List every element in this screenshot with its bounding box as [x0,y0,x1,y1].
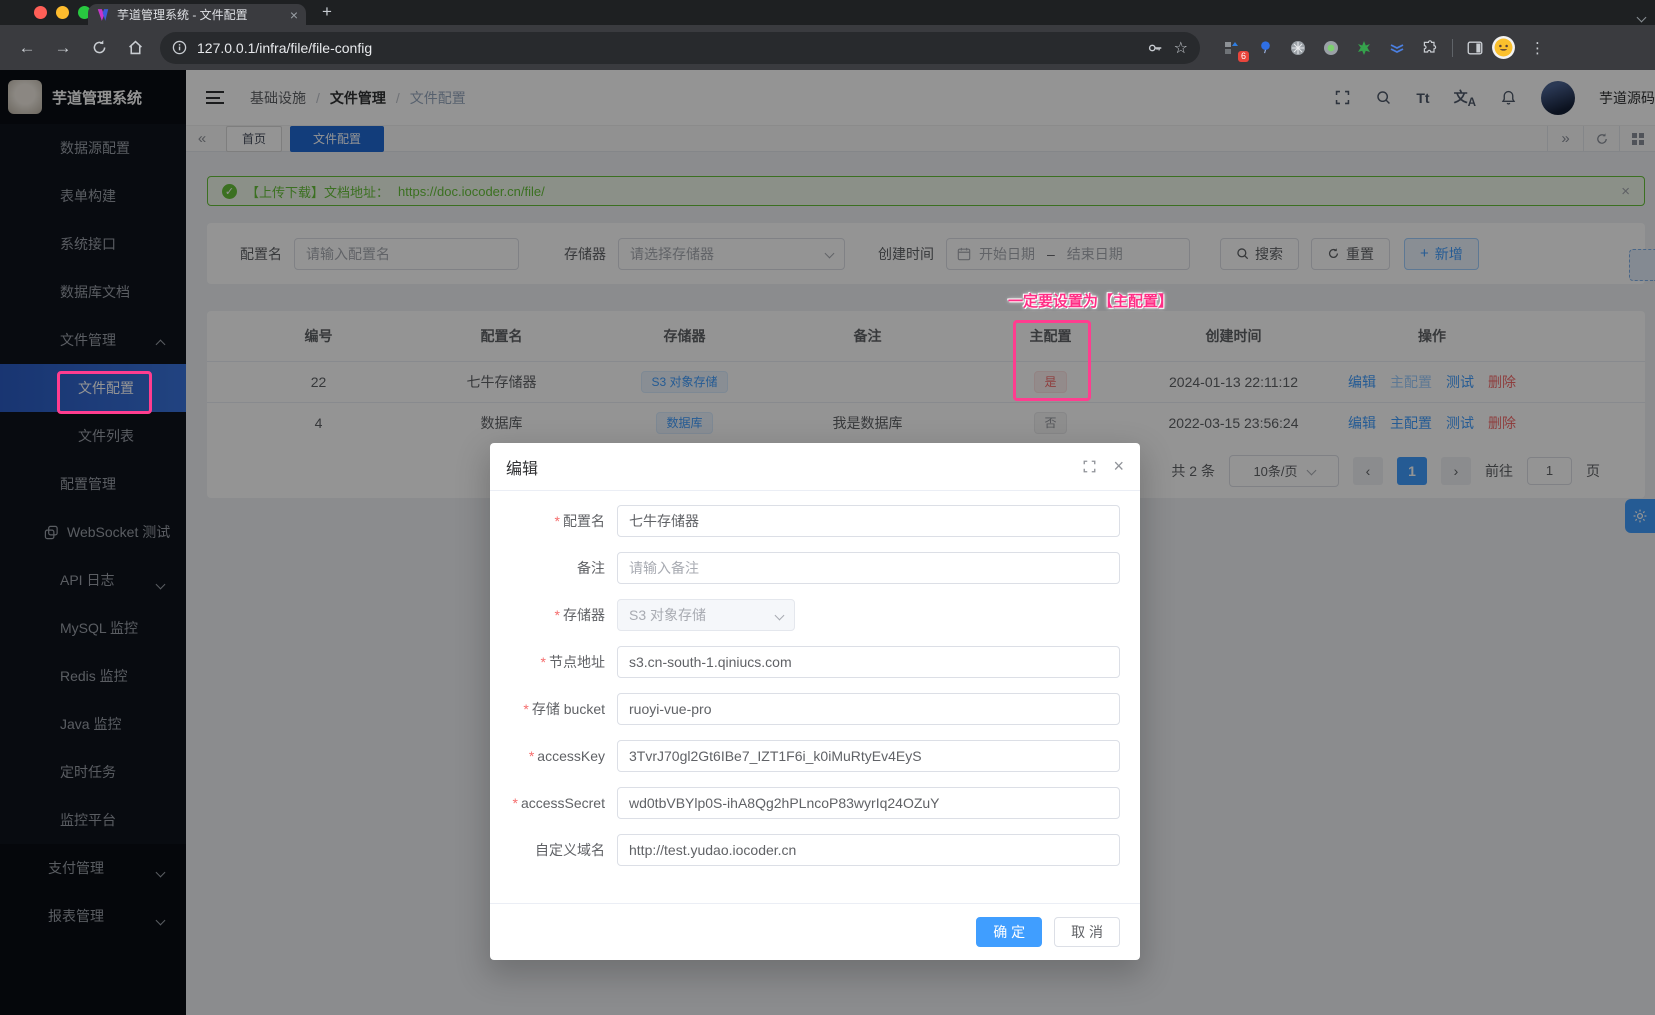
bookmark-star-icon[interactable]: ☆ [1174,38,1188,58]
edit-dialog: 编辑 × *配置名 备注 *存储器 S3 对象存储 [490,443,1140,960]
side-panel-icon[interactable] [1465,38,1485,58]
field-label: 备注 [577,560,605,576]
browser-toolbar: ← → 127.0.0.1/infra/file/file-config ☆ [0,25,1655,70]
extensions-puzzle-icon[interactable] [1420,38,1440,58]
form-row-name: *配置名 [506,505,1140,537]
new-tab-button[interactable]: + [322,2,332,22]
favicon [96,8,110,22]
extension-snowflake-icon[interactable] [1288,38,1308,58]
screen: 芋道管理系统 - 文件配置 × + ← → 127.0.0.1/infra/fi… [0,0,1655,1015]
reload-button[interactable] [84,33,114,63]
extension-star-icon[interactable] [1354,38,1374,58]
browser-chrome: 芋道管理系统 - 文件配置 × + ← → 127.0.0.1/infra/fi… [0,0,1655,70]
annotation-text: 一定要设置为【主配置】 [1008,290,1173,311]
form-row-domain: 自定义域名 [506,834,1140,866]
browser-menu-icon[interactable]: ⋮ [1530,39,1545,57]
toolbar-divider [1452,39,1453,57]
bucket-field[interactable] [617,693,1120,725]
extension-badge: 6 [1238,51,1249,62]
storage-type-select[interactable]: S3 对象存储 [617,599,795,631]
form-row-access-key: *accessKey [506,740,1140,772]
extensions-area: 6 [1222,38,1440,58]
home-button[interactable] [120,33,150,63]
confirm-button[interactable]: 确 定 [976,917,1042,947]
browser-tabstrip: 芋道管理系统 - 文件配置 × + [0,0,1655,25]
field-label: 自定义域名 [535,842,605,858]
close-window-button[interactable] [34,6,47,19]
custom-domain-field[interactable] [617,834,1120,866]
cancel-button[interactable]: 取 消 [1054,917,1120,947]
forward-button[interactable]: → [48,33,78,63]
extension-circle-icon[interactable] [1321,38,1341,58]
dialog-footer: 确 定 取 消 [490,903,1140,960]
form-row-access-secret: *accessSecret [506,787,1140,819]
address-bar[interactable]: 127.0.0.1/infra/file/file-config ☆ [160,32,1200,64]
extension-balloon-icon[interactable] [1255,38,1275,58]
dialog-title: 编辑 [506,455,538,479]
site-info-icon[interactable] [172,40,187,55]
chevron-down-icon [775,610,785,620]
form-row-endpoint: *节点地址 [506,646,1140,678]
browser-tab-title: 芋道管理系统 - 文件配置 [117,6,283,23]
field-label: 配置名 [563,513,605,529]
access-secret-field[interactable] [617,787,1120,819]
minimize-window-button[interactable] [56,6,69,19]
access-key-field[interactable] [617,740,1120,772]
traffic-lights [34,6,91,19]
back-button[interactable]: ← [12,33,42,63]
url-text[interactable]: 127.0.0.1/infra/file/file-config [197,40,1136,56]
field-label: 存储 bucket [532,701,605,717]
tab-close-icon[interactable]: × [290,8,298,22]
browser-tab[interactable]: 芋道管理系统 - 文件配置 × [88,4,306,25]
form-row-remark: 备注 [506,552,1140,584]
annotation-box-master-column [1013,320,1091,401]
password-key-icon[interactable] [1146,39,1164,57]
field-label: accessKey [537,748,605,764]
field-label: 存储器 [563,607,605,623]
remark-field[interactable] [617,552,1120,584]
profile-avatar[interactable] [1491,35,1516,60]
dialog-fullscreen-icon[interactable] [1082,459,1097,474]
tabstrip-chevron-icon[interactable] [1638,8,1645,26]
dialog-header: 编辑 × [490,443,1140,491]
field-label: 节点地址 [549,654,605,670]
endpoint-field[interactable] [617,646,1120,678]
config-name-field[interactable] [617,505,1120,537]
annotation-box-sidebar [57,371,152,414]
form-row-storage: *存储器 S3 对象存储 [506,599,1140,631]
dialog-body: *配置名 备注 *存储器 S3 对象存储 *节点地址 *存储 bucket [490,491,1140,866]
extension-chevrons-icon[interactable] [1387,38,1407,58]
extension-blocks-icon[interactable]: 6 [1222,38,1242,58]
form-row-bucket: *存储 bucket [506,693,1140,725]
dialog-close-icon[interactable]: × [1113,456,1124,477]
field-label: accessSecret [521,795,605,811]
